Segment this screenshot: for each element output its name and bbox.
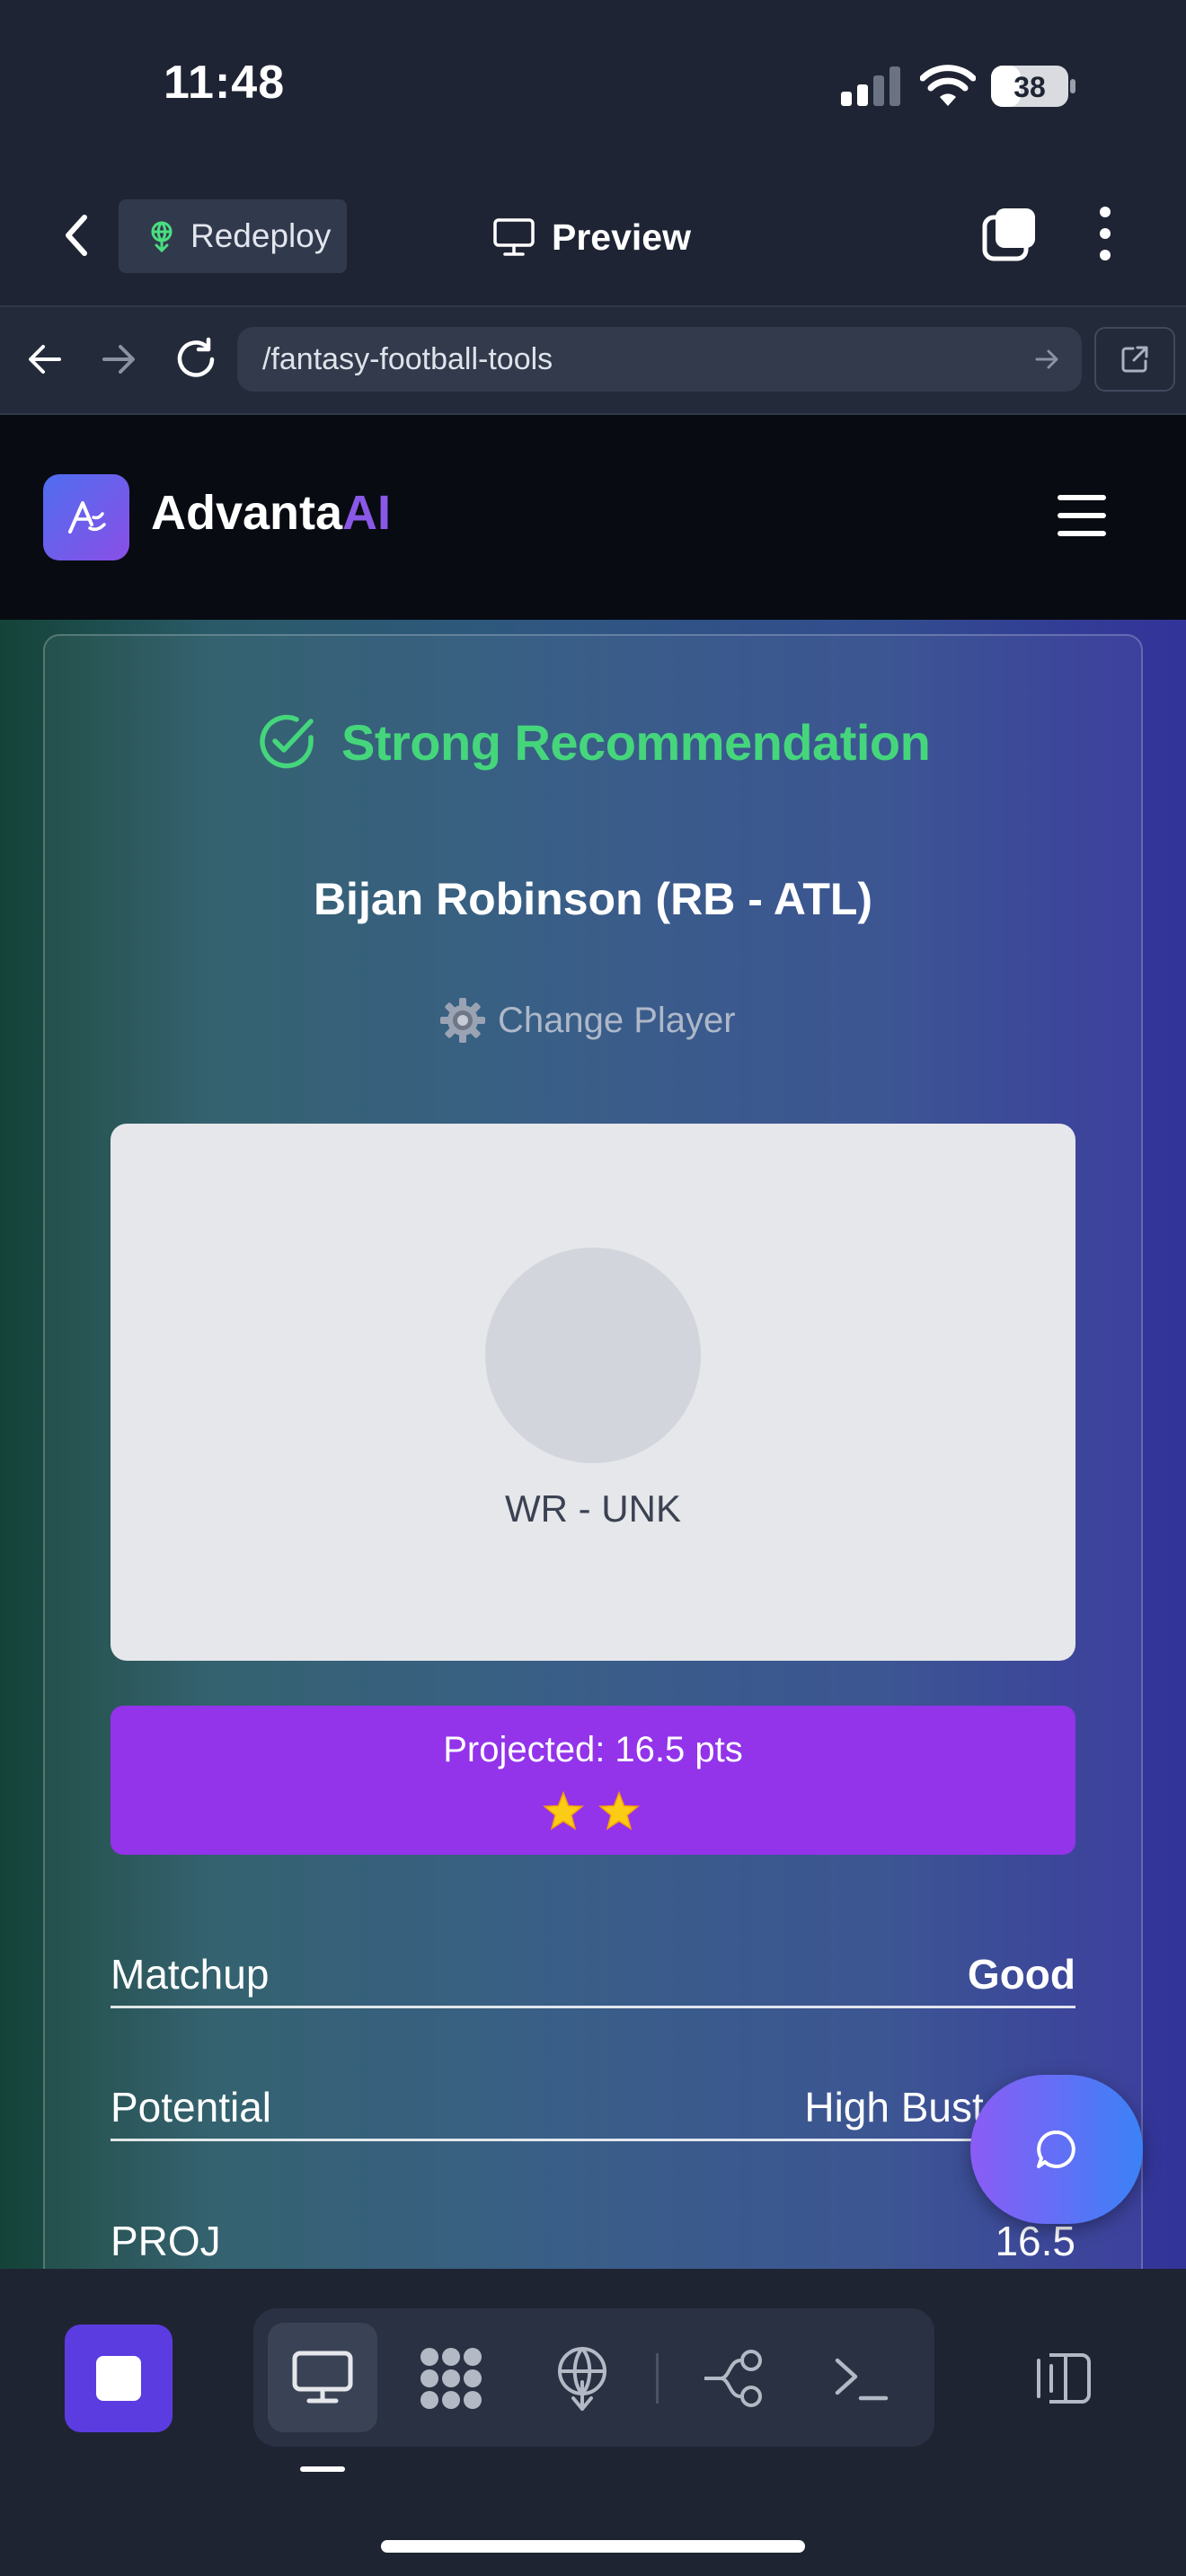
home-indicator xyxy=(381,2540,805,2553)
star-icon xyxy=(598,1791,640,1831)
tabs-icon[interactable] xyxy=(981,205,1039,262)
reload-icon[interactable] xyxy=(173,336,219,383)
status-time: 11:48 xyxy=(164,57,286,109)
preview-label: Preview xyxy=(552,216,691,258)
star-rating xyxy=(543,1791,640,1832)
terminal-tool-button[interactable] xyxy=(827,2344,895,2413)
chat-bubble-icon xyxy=(1037,2130,1075,2168)
terminal-icon xyxy=(835,2358,889,2401)
deploy-tool-button[interactable] xyxy=(548,2344,616,2413)
preview-title: Preview xyxy=(492,208,691,266)
stat-value: Good xyxy=(967,1950,1075,1998)
desktop-tool-button[interactable] xyxy=(268,2323,377,2432)
player-position: WR - UNK xyxy=(505,1487,681,1530)
projected-points: Projected: 16.5 pts xyxy=(443,1730,743,1769)
change-player-label: Change Player xyxy=(498,1000,736,1040)
url-input[interactable]: /fantasy-football-tools xyxy=(237,327,1082,392)
stat-value: 16.5 xyxy=(995,2218,1075,2264)
brand-name[interactable]: AdvantaAI xyxy=(151,485,391,541)
stat-label: PROJ xyxy=(111,2218,221,2264)
brand-logo-icon xyxy=(68,501,106,534)
battery-icon: 38 xyxy=(991,66,1075,107)
external-link-icon xyxy=(1121,346,1148,373)
player-avatar xyxy=(485,1248,701,1463)
chat-button[interactable] xyxy=(970,2075,1143,2224)
more-icon[interactable] xyxy=(1089,205,1121,262)
stat-row-potential: Potential High Bust Risk xyxy=(111,2075,1075,2141)
deploy-icon xyxy=(558,2347,606,2411)
projection-banner xyxy=(111,1706,1075,1855)
battery-level: 38 xyxy=(1013,71,1046,103)
stop-button[interactable] xyxy=(65,2325,173,2432)
apps-icon xyxy=(420,2348,482,2409)
stat-label: Matchup xyxy=(111,1950,270,1998)
active-tab-indicator xyxy=(300,2466,345,2472)
menu-icon[interactable] xyxy=(1057,492,1107,539)
url-go-icon[interactable] xyxy=(1033,345,1062,374)
url-text: /fantasy-football-tools xyxy=(262,341,553,376)
recommendation-label: Strong Recommendation xyxy=(341,713,931,771)
brand-logo[interactable] xyxy=(43,474,129,560)
brand-name-main: Advanta xyxy=(151,486,343,540)
stat-label: Potential xyxy=(111,2083,272,2130)
cellular-signal-icon xyxy=(841,66,900,106)
redeploy-button[interactable]: Redeploy xyxy=(119,199,347,273)
change-player-button[interactable]: Change Player xyxy=(438,993,736,1047)
flow-icon xyxy=(704,2350,762,2407)
stop-icon xyxy=(96,2356,141,2401)
recommendation-heading: Strong Recommendation xyxy=(255,710,931,774)
star-icon xyxy=(543,1791,584,1831)
wifi-icon xyxy=(920,65,976,106)
stat-row-proj: PROJ 16.5 xyxy=(111,2208,1075,2274)
toolbar-divider xyxy=(656,2353,659,2404)
flow-tool-button[interactable] xyxy=(701,2344,769,2413)
nav-back-icon[interactable] xyxy=(25,340,65,379)
split-view-icon[interactable] xyxy=(1031,2344,1100,2413)
nav-forward-icon[interactable] xyxy=(99,340,138,379)
open-external-button[interactable] xyxy=(1094,327,1175,392)
back-chevron-icon[interactable] xyxy=(54,208,99,262)
apps-tool-button[interactable] xyxy=(417,2344,485,2413)
monitor-icon xyxy=(493,218,535,256)
brand-name-accent: AI xyxy=(342,486,392,540)
redeploy-label: Redeploy xyxy=(190,217,332,254)
desktop-icon xyxy=(292,2351,353,2404)
stat-row-matchup: Matchup Good xyxy=(111,1942,1075,2008)
check-circle-icon xyxy=(260,714,314,769)
gear-icon xyxy=(440,998,485,1043)
player-name: Bijan Robinson (RB - ATL) xyxy=(313,874,873,924)
redeploy-icon xyxy=(151,221,173,252)
